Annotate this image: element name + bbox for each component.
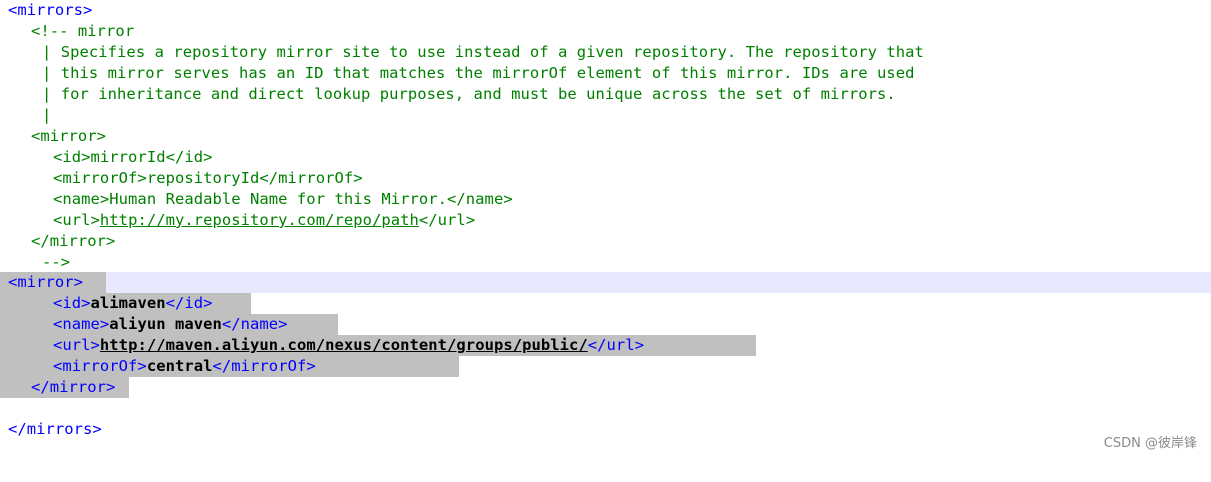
comment-text: <url> — [53, 211, 100, 229]
comment-text: | — [42, 106, 52, 124]
mirrorof-value: central — [146, 357, 213, 375]
mirror-close-tag: </mirror> — [31, 378, 116, 396]
code-line: <mirrors> — [0, 0, 1211, 21]
code-line: </mirrors> — [0, 419, 1211, 440]
name-close-tag: </name> — [221, 315, 288, 333]
mirrorof-element: <mirrorOf>central</mirrorOf> — [53, 356, 316, 377]
id-close-tag: </id> — [165, 294, 213, 312]
code-line-current: <mirror> — [0, 272, 1211, 293]
comment-text: </mirror> — [31, 232, 116, 250]
mirrorof-close-tag: </mirrorOf> — [212, 357, 316, 375]
comment-text: | this mirror serves has an ID that matc… — [42, 64, 915, 82]
url-close-tag: </url> — [587, 336, 645, 354]
comment-url-line: <url>http://my.repository.com/repo/path<… — [53, 210, 475, 231]
code-line: <!-- mirror — [0, 21, 1211, 42]
url-element: <url>http://maven.aliyun.com/nexus/conte… — [53, 335, 644, 356]
name-open-tag: <name> — [53, 315, 110, 333]
code-line: | Specifies a repository mirror site to … — [0, 42, 1211, 63]
mirrorof-open-tag: <mirrorOf> — [53, 357, 147, 375]
code-editor[interactable]: <mirrors> <!-- mirror | Specifies a repo… — [0, 0, 1211, 458]
name-value: aliyun maven — [109, 315, 222, 333]
comment-start: <!-- mirror — [31, 22, 135, 40]
url-open-tag: <url> — [53, 336, 100, 354]
code-line: </mirror> — [0, 231, 1211, 252]
mirrors-close-tag: </mirrors> — [8, 420, 102, 438]
watermark: CSDN @彼岸锋 — [1103, 436, 1197, 451]
code-line: <mirrorOf>repositoryId</mirrorOf> — [0, 168, 1211, 189]
comment-text: <id>mirrorId</id> — [53, 148, 213, 166]
code-line: <name>Human Readable Name for this Mirro… — [0, 189, 1211, 210]
code-line-selected: <id>alimaven</id> — [0, 293, 1211, 314]
comment-end: --> — [42, 253, 71, 271]
id-open-tag: <id> — [53, 294, 91, 312]
code-line: | this mirror serves has an ID that matc… — [0, 63, 1211, 84]
comment-text: <mirror> — [31, 127, 107, 145]
code-line-selected: <name>aliyun maven</name> — [0, 314, 1211, 335]
code-line: | for inheritance and direct lookup purp… — [0, 84, 1211, 105]
code-line: | — [0, 105, 1211, 126]
comment-text: | for inheritance and direct lookup purp… — [42, 85, 896, 103]
code-line-selected: </mirror> — [0, 377, 1211, 398]
code-line: <url>http://my.repository.com/repo/path<… — [0, 210, 1211, 231]
mirrors-open-tag: <mirrors> — [8, 1, 93, 19]
mirror-open-tag: <mirror> — [8, 273, 84, 291]
code-line: --> — [0, 252, 1211, 273]
comment-text: <name>Human Readable Name for this Mirro… — [53, 190, 513, 208]
id-value: alimaven — [90, 294, 166, 312]
url-link[interactable]: http://maven.aliyun.com/nexus/content/gr… — [100, 336, 588, 354]
code-line-selected: <url>http://maven.aliyun.com/nexus/conte… — [0, 335, 1211, 356]
code-line: <id>mirrorId</id> — [0, 147, 1211, 168]
comment-text: </url> — [418, 211, 476, 229]
comment-text: | Specifies a repository mirror site to … — [42, 43, 924, 61]
id-element: <id>alimaven</id> — [53, 293, 213, 314]
code-line-selected: <mirrorOf>central</mirrorOf> — [0, 356, 1211, 377]
comment-text: <mirrorOf>repositoryId</mirrorOf> — [53, 169, 363, 187]
code-line: <mirror> — [0, 126, 1211, 147]
name-element: <name>aliyun maven</name> — [53, 314, 288, 335]
comment-url-link[interactable]: http://my.repository.com/repo/path — [100, 211, 419, 229]
